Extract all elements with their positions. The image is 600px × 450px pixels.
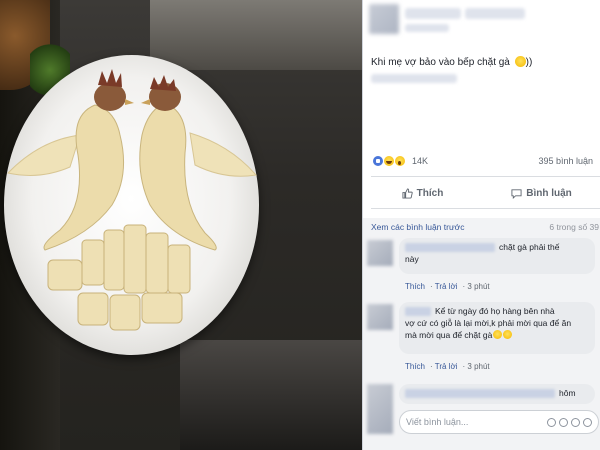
reaction-count[interactable]: 14K (412, 156, 428, 166)
facebook-post-panel: Khi mẹ vợ bảo vào bếp chặt gà )) 14K 395… (362, 0, 600, 450)
post-timestamp-blurred (405, 24, 449, 32)
gif-icon[interactable] (571, 417, 580, 427)
comment-input-placeholder: Viết bình luận... (406, 417, 469, 427)
photo-floor (180, 340, 362, 450)
view-previous-comments-link[interactable]: Xem các bình luận trước (371, 222, 464, 232)
commenter-name-blurred[interactable] (405, 243, 495, 253)
commenter-avatar[interactable] (367, 240, 393, 266)
comment-text: hôm (559, 388, 576, 398)
commenter-name-blurred[interactable] (405, 307, 431, 317)
comment-bubble: Kể từ ngày đó họ hàng bên nhà vợ cứ có g… (399, 302, 595, 354)
comment-button[interactable]: Bình luận (482, 182, 600, 204)
comment-reply-link[interactable]: Trả lời (435, 362, 458, 371)
comment-text: mà mời qua để chặt gà (405, 330, 493, 340)
comment-like-link[interactable]: Thích (405, 282, 425, 291)
post-caption-suffix: )) (525, 57, 533, 68)
comment-input[interactable]: Viết bình luận... (399, 410, 599, 434)
post-actions: Thích Bình luận (363, 182, 600, 204)
comment-reply-link[interactable]: Trả lời (435, 282, 458, 291)
reaction-summary[interactable]: 14K 395 bình luận (373, 154, 593, 168)
laugh-emoji-icon (503, 330, 513, 339)
post-header (369, 4, 594, 40)
comment-actions: Thích · Trả lời · 3 phút (405, 282, 490, 291)
post-subtext-blurred (371, 74, 457, 83)
laugh-reaction-icon (384, 156, 394, 166)
camera-icon[interactable] (559, 417, 568, 427)
comment-button-label: Bình luận (526, 187, 572, 199)
comment-like-link[interactable]: Thích (405, 362, 425, 371)
commenter-name-blurred[interactable] (405, 389, 555, 399)
poster-avatar[interactable] (369, 4, 399, 34)
comments-page-count: 6 trong số 39 (549, 222, 599, 232)
smile-emoji-icon (514, 56, 526, 67)
thumbs-up-icon (402, 187, 413, 199)
comment-count[interactable]: 395 bình luận (538, 156, 593, 166)
laugh-emoji-icon (493, 330, 503, 339)
comment-time: 3 phút (467, 282, 490, 291)
composer-icons (547, 417, 592, 427)
commenter-avatar[interactable] (367, 304, 393, 330)
poster-name-blurred[interactable] (405, 8, 461, 19)
post-photo[interactable] (0, 0, 362, 450)
poster-name-blurred-2 (465, 8, 525, 19)
like-button[interactable]: Thích (363, 182, 482, 204)
comment-composer: Viết bình luận... (363, 406, 600, 450)
divider (371, 208, 600, 209)
like-button-label: Thích (416, 187, 444, 199)
emoji-icon[interactable] (547, 417, 556, 427)
post-caption-text: Khi mẹ vợ bảo vào bếp chặt gà (371, 57, 510, 68)
sticker-icon[interactable] (583, 417, 592, 427)
comment-actions: Thích · Trả lời · 3 phút (405, 362, 490, 371)
wow-reaction-icon (395, 156, 405, 166)
comment-bubble: hôm (399, 384, 595, 404)
comment-text: Kể từ ngày đó họ hàng bên nhà (435, 306, 555, 316)
comment-time: 3 phút (467, 362, 490, 371)
post-caption: Khi mẹ vợ bảo vào bếp chặt gà )) (371, 56, 532, 68)
comment-text: chặt gà phải thế (499, 242, 560, 252)
speech-bubble-icon (511, 188, 522, 199)
divider (371, 176, 600, 177)
comments-header: Xem các bình luận trước 6 trong số 39 (371, 222, 599, 232)
boiled-chicken-illustration (7, 69, 257, 331)
comment-bubble: chặt gà phải thế này (399, 238, 595, 274)
comment-text: này (405, 254, 419, 264)
like-reaction-icon (373, 156, 383, 166)
comment-text: vợ cứ có giỗ là lại mời,k phải mời qua đ… (405, 318, 572, 328)
